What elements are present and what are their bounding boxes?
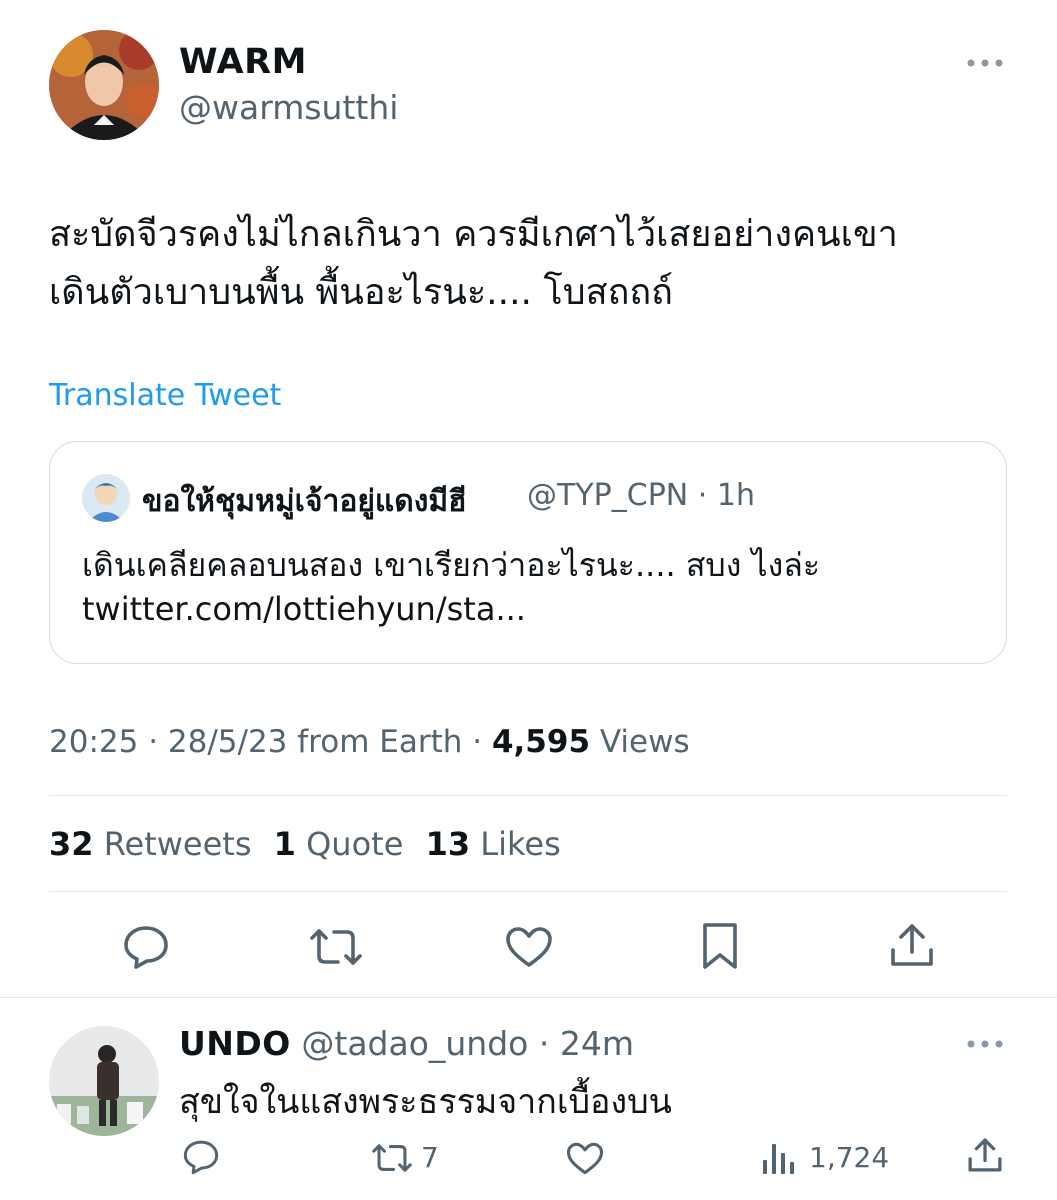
retweets-label: Retweets xyxy=(103,825,252,863)
author-avatar[interactable] xyxy=(49,30,159,140)
quotes-stat[interactable]: 1 Quote xyxy=(274,825,414,863)
tweet-text: สะบัดจีวรคงไม่ไกลเกินวา ควรมีเกศาไว้เสยอ… xyxy=(49,206,1039,322)
views-label: Views xyxy=(599,724,690,760)
reply-handle[interactable]: @tadao_undo xyxy=(301,1024,528,1063)
reply-time[interactable]: · 24m xyxy=(539,1024,634,1063)
likes-label: Likes xyxy=(480,825,561,863)
author-handle[interactable]: @warmsutthi xyxy=(179,88,398,127)
author-name[interactable]: WARM xyxy=(179,42,307,82)
quoted-handle-time: @TYP_CPN · 1h xyxy=(527,478,755,513)
quoted-avatar[interactable] xyxy=(82,474,130,522)
reply-author-name[interactable]: UNDO xyxy=(179,1024,291,1063)
quoted-link[interactable]: twitter.com/lottiehyun/sta... xyxy=(82,590,526,628)
quotes-count: 1 xyxy=(273,825,296,863)
tweet-text-line: สะบัดจีวรคงไม่ไกลเกินวา ควรมีเกศาไว้เสยอ… xyxy=(49,214,898,255)
divider xyxy=(49,891,1007,892)
reply-retweet-count: 7 xyxy=(421,1141,439,1174)
divider xyxy=(0,997,1057,998)
quoted-handle[interactable]: @TYP_CPN xyxy=(527,478,688,513)
translate-link[interactable]: Translate Tweet xyxy=(49,378,281,413)
retweet-icon[interactable] xyxy=(370,1142,414,1174)
reply-header: UNDO @tadao_undo · 24m xyxy=(179,1024,634,1063)
likes-count: 13 xyxy=(425,825,471,863)
reply-text: สุขใจในแสงพระธรรมจากเบื้องบน xyxy=(179,1082,672,1122)
retweets-count: 32 xyxy=(49,825,94,863)
share-icon[interactable] xyxy=(967,1137,1003,1173)
divider xyxy=(49,795,1007,796)
quoted-author-name[interactable]: ขอให้ชุมหมู่เจ้าอยู่แดงมีฮี xyxy=(142,478,466,525)
reply-views-count: 1,724 xyxy=(809,1141,890,1174)
reply-icon[interactable] xyxy=(122,924,170,970)
tweet-stats: 32 Retweets 1 Quote 13 Likes xyxy=(49,825,561,863)
quoted-text-line: เดินเคลียคลอบนสอง เขาเรียกว่าอะไรนะ.... … xyxy=(82,546,820,584)
reply-icon[interactable] xyxy=(182,1139,220,1175)
views-icon[interactable] xyxy=(762,1140,796,1176)
more-icon[interactable] xyxy=(966,1038,1004,1050)
tweet-timestamp[interactable]: 20:25 · 28/5/23 from Earth · xyxy=(49,724,482,760)
bookmark-icon[interactable] xyxy=(700,922,740,970)
retweet-icon[interactable] xyxy=(308,926,364,968)
tweet-meta: 20:25 · 28/5/23 from Earth · 4,595 Views xyxy=(49,724,690,760)
like-icon[interactable] xyxy=(566,1142,604,1175)
tweet-text-line: เดินตัวเบาบนพื้น พื้นอะไรนะ.... โบสถถถ์ xyxy=(49,272,673,313)
share-icon[interactable] xyxy=(889,922,935,968)
like-icon[interactable] xyxy=(505,926,553,968)
more-icon[interactable] xyxy=(966,57,1004,69)
likes-stat[interactable]: 13 Likes xyxy=(426,825,561,863)
reply-avatar[interactable] xyxy=(49,1026,159,1136)
retweets-stat[interactable]: 32 Retweets xyxy=(49,825,262,863)
views-count: 4,595 xyxy=(491,724,591,760)
quotes-label: Quote xyxy=(306,825,404,863)
quoted-time[interactable]: · 1h xyxy=(698,478,755,513)
